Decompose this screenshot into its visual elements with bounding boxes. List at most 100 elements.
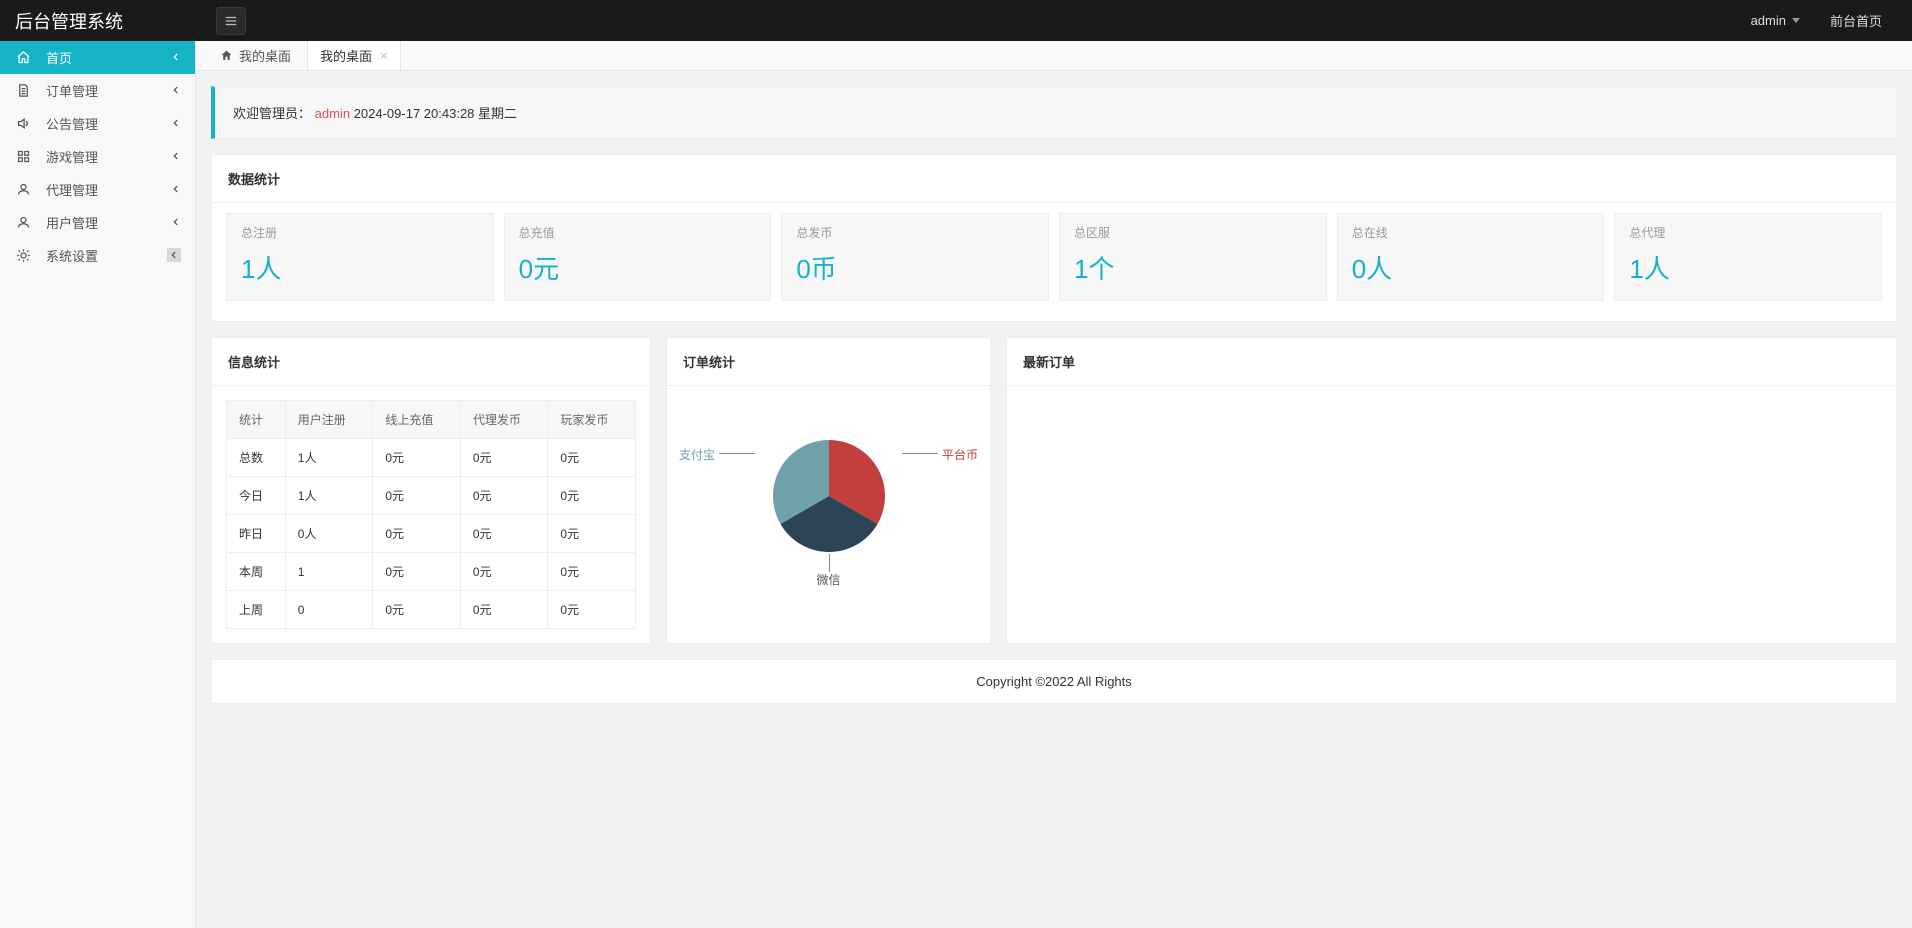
table-cell: 0元 — [373, 477, 461, 515]
speaker-icon — [14, 116, 32, 131]
latest-panel: 最新订单 — [1006, 337, 1897, 644]
home-icon — [220, 49, 233, 62]
latest-panel-body — [1007, 386, 1896, 414]
table-header: 线上充值 — [373, 401, 461, 439]
table-cell: 1人 — [285, 477, 373, 515]
stats-cards: 总注册1人总充值0元总发币0币总区服1个总在线0人总代理1人 — [211, 203, 1897, 322]
table-cell: 0元 — [373, 591, 461, 629]
chevron-left-icon — [171, 182, 181, 197]
sidebar-item-4[interactable]: 代理管理 — [0, 173, 195, 206]
panels-row: 信息统计 统计用户注册线上充值代理发币玩家发币总数1人0元0元0元今日1人0元0… — [211, 337, 1897, 644]
pie-chart: 支付宝 平台币 微信 — [667, 386, 990, 606]
sidebar-item-label: 公告管理 — [46, 114, 171, 133]
tab-open-label: 我的桌面 — [320, 46, 372, 65]
table-cell: 总数 — [227, 439, 286, 477]
table-header: 代理发币 — [460, 401, 548, 439]
stat-card-5: 总代理1人 — [1614, 213, 1882, 301]
stat-label: 总代理 — [1629, 224, 1867, 241]
order-panel-title: 订单统计 — [667, 338, 990, 386]
chevron-left-icon — [171, 83, 181, 98]
table-cell: 0元 — [373, 553, 461, 591]
table-row: 总数1人0元0元0元 — [227, 439, 636, 477]
table-cell: 0元 — [460, 439, 548, 477]
stat-value: 0币 — [796, 249, 1034, 286]
gear-icon — [14, 248, 32, 263]
close-icon[interactable]: × — [380, 48, 388, 63]
welcome-banner: 欢迎管理员： admin 2024-09-17 20:43:28 星期二 — [211, 86, 1897, 139]
table-header: 统计 — [227, 401, 286, 439]
username: admin — [1751, 13, 1786, 28]
table-cell: 0人 — [285, 515, 373, 553]
top-right: admin 前台首页 — [1751, 11, 1912, 30]
table-cell: 0元 — [460, 553, 548, 591]
info-panel: 信息统计 统计用户注册线上充值代理发币玩家发币总数1人0元0元0元今日1人0元0… — [211, 337, 651, 644]
table-cell: 0元 — [548, 553, 636, 591]
stat-card-3: 总区服1个 — [1059, 213, 1327, 301]
pie-label-platform: 平台币 — [942, 446, 978, 463]
sidebar-item-2[interactable]: 公告管理 — [0, 107, 195, 140]
table-cell: 0元 — [460, 591, 548, 629]
pie-leader-platform — [902, 453, 938, 454]
sidebar-item-label: 用户管理 — [46, 213, 171, 232]
sidebar-item-3[interactable]: 游戏管理 — [0, 140, 195, 173]
user-icon — [14, 215, 32, 230]
stat-value: 1个 — [1074, 249, 1312, 286]
stat-label: 总发币 — [796, 224, 1034, 241]
tab-bar: 我的桌面 我的桌面 × — [196, 41, 1912, 71]
table-cell: 1人 — [285, 439, 373, 477]
stat-label: 总注册 — [241, 224, 479, 241]
info-table: 统计用户注册线上充值代理发币玩家发币总数1人0元0元0元今日1人0元0元0元昨日… — [226, 400, 636, 629]
grid-icon — [14, 149, 32, 164]
doc-icon — [14, 83, 32, 98]
sidebar-item-0[interactable]: 首页 — [0, 41, 195, 74]
tab-open[interactable]: 我的桌面 × — [307, 41, 401, 70]
tab-home-label: 我的桌面 — [239, 46, 291, 65]
table-cell: 0元 — [548, 515, 636, 553]
latest-panel-title: 最新订单 — [1007, 338, 1896, 386]
table-header: 用户注册 — [285, 401, 373, 439]
sidebar-item-6[interactable]: 系统设置 — [0, 239, 195, 272]
stat-value: 0元 — [519, 249, 757, 286]
sidebar-item-label: 代理管理 — [46, 180, 171, 199]
menu-icon — [224, 14, 238, 28]
stat-card-4: 总在线0人 — [1337, 213, 1605, 301]
sidebar-item-1[interactable]: 订单管理 — [0, 74, 195, 107]
chevron-left-icon — [171, 149, 181, 164]
user-menu[interactable]: admin — [1751, 13, 1800, 28]
main: 我的桌面 我的桌面 × 欢迎管理员： admin 2024-09-17 20:4… — [196, 41, 1912, 719]
pie-svg — [769, 436, 889, 556]
info-panel-body: 统计用户注册线上充值代理发币玩家发币总数1人0元0元0元今日1人0元0元0元昨日… — [212, 386, 650, 643]
stat-value: 0人 — [1352, 249, 1590, 286]
table-cell: 今日 — [227, 477, 286, 515]
table-cell: 0元 — [548, 439, 636, 477]
chevron-left-icon — [171, 215, 181, 230]
stats-title: 数据统计 — [211, 154, 1897, 203]
table-cell: 0元 — [373, 439, 461, 477]
menu-toggle-button[interactable] — [216, 7, 246, 35]
sidebar-item-label: 订单管理 — [46, 81, 171, 100]
sidebar-item-label: 系统设置 — [46, 246, 167, 265]
sidebar: 首页订单管理公告管理游戏管理代理管理用户管理系统设置 — [0, 41, 196, 928]
tab-home[interactable]: 我的桌面 — [208, 41, 303, 70]
table-cell: 0 — [285, 591, 373, 629]
caret-down-icon — [1792, 18, 1800, 23]
table-cell: 0元 — [548, 591, 636, 629]
table-cell: 上周 — [227, 591, 286, 629]
stats-section: 数据统计 总注册1人总充值0元总发币0币总区服1个总在线0人总代理1人 — [211, 154, 1897, 322]
front-link[interactable]: 前台首页 — [1830, 11, 1882, 30]
table-cell: 0元 — [548, 477, 636, 515]
chevron-left-icon — [167, 248, 181, 262]
welcome-datetime: 2024-09-17 20:43:28 星期二 — [354, 106, 517, 121]
home-icon — [14, 50, 32, 65]
table-row: 昨日0人0元0元0元 — [227, 515, 636, 553]
pie-label-wechat: 微信 — [816, 571, 840, 588]
table-header: 玩家发币 — [548, 401, 636, 439]
stat-label: 总充值 — [519, 224, 757, 241]
pie-leader-alipay — [719, 453, 755, 454]
table-row: 上周00元0元0元 — [227, 591, 636, 629]
table-cell: 0元 — [460, 477, 548, 515]
content: 欢迎管理员： admin 2024-09-17 20:43:28 星期二 数据统… — [196, 71, 1912, 719]
pie-label-alipay: 支付宝 — [679, 446, 715, 463]
table-cell: 本周 — [227, 553, 286, 591]
sidebar-item-5[interactable]: 用户管理 — [0, 206, 195, 239]
